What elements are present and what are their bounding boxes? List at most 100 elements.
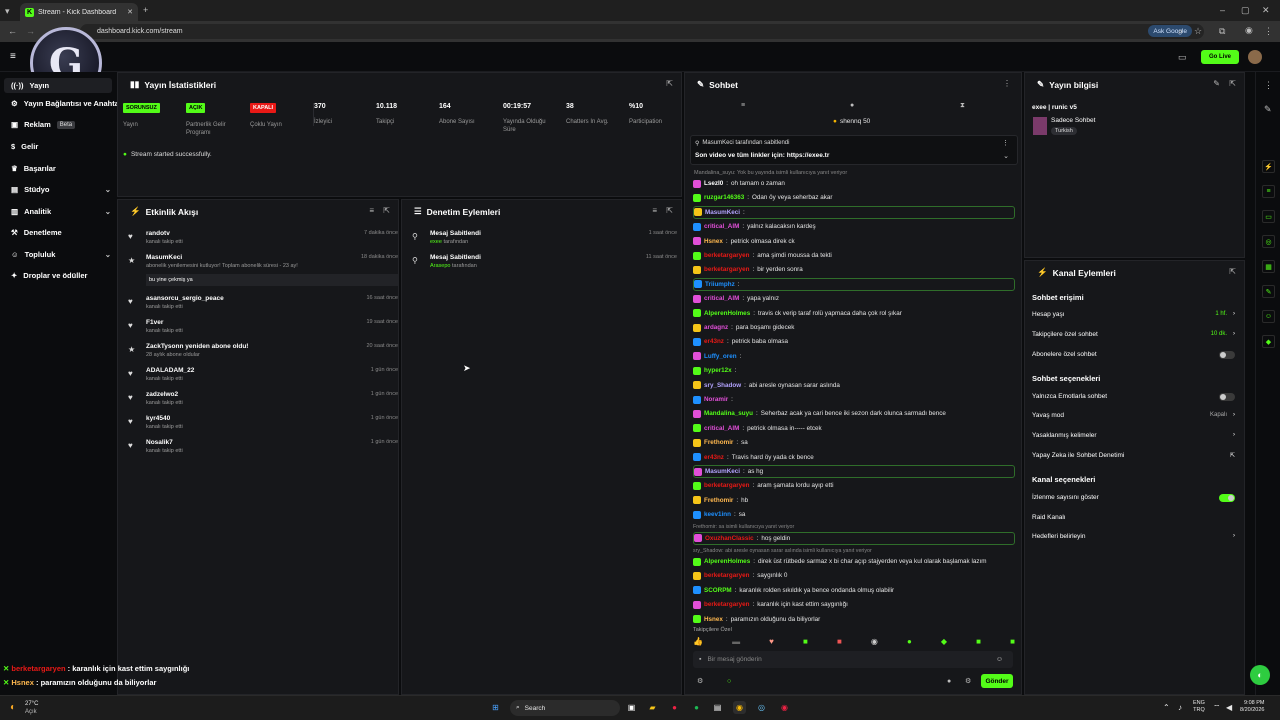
chat-message[interactable]: OxuzhanClassic: hoş geldin	[693, 531, 1015, 545]
chat-message[interactable]: hyper12x:	[693, 364, 1015, 377]
rail-users-button[interactable]: ☺	[1262, 310, 1275, 323]
chat-message[interactable]: Frethomir: hb	[693, 494, 1015, 507]
chat-message[interactable]: er43nz: Travis hard öy yada ck bence	[693, 451, 1015, 464]
bubble-icon[interactable]: ●	[850, 101, 854, 111]
chat-username[interactable]: OxuzhanClassic	[705, 535, 754, 542]
setting-followers-only[interactable]: Takipçilere özel sohbet 10 dk. ›	[1032, 331, 1235, 341]
chat-username[interactable]: er43nz	[704, 338, 724, 345]
chat-username[interactable]: berketargaryen	[704, 601, 750, 608]
setting-account-age[interactable]: Hesap yaşı 1 hf. ›	[1032, 311, 1235, 321]
emote-icon[interactable]: ■	[1010, 637, 1015, 649]
emote-icon[interactable]: 👍	[693, 637, 703, 649]
chat-input[interactable]: ▪ Bir mesaj gönderin ☺	[693, 651, 1013, 668]
chat-username[interactable]: Frethomir	[704, 439, 733, 446]
chat-bubble-icon[interactable]: ●	[947, 677, 951, 687]
sidebar-item-achievements[interactable]: ♛ Başarılar	[11, 164, 111, 173]
emote-icon[interactable]: ■	[976, 637, 981, 649]
chat-username[interactable]: berketargaryen	[704, 266, 750, 273]
chat-message[interactable]: MasumKeci:	[693, 205, 1015, 219]
chat-username[interactable]: berketargaryen	[704, 252, 750, 259]
windows-start-icon[interactable]: ⊞	[489, 701, 502, 714]
chat-username[interactable]: Luffy_oren	[704, 353, 737, 360]
gear-icon[interactable]: ⚙	[965, 677, 971, 687]
setting-slow-mode[interactable]: Yavaş mod Kapalı ›	[1032, 412, 1235, 422]
chat-username[interactable]: SCORPM	[704, 587, 732, 594]
spotify-icon[interactable]: ●	[690, 701, 703, 714]
chat-username[interactable]: MasumKeci	[705, 468, 740, 475]
browser-menu-icon[interactable]: ⋮	[1264, 26, 1273, 36]
url-field[interactable]: dashboard.kick.com/stream	[80, 24, 1204, 39]
help-chat-button[interactable]: ◐	[1250, 665, 1270, 685]
chat-message[interactable]: AlperenHolmes: direk üst rütbede sarmaz x…	[693, 555, 1015, 568]
chat-menu-icon[interactable]: ⋮	[1003, 79, 1011, 88]
sidebar-item-community[interactable]: ☺ Topluluk ⌄	[11, 250, 111, 259]
chat-username[interactable]: MasumKeci	[705, 209, 740, 216]
chat-message[interactable]: keev1inn: sa	[693, 508, 1015, 521]
chat-username[interactable]: Mandalina_suyu	[704, 410, 753, 417]
tab-close-icon[interactable]: ✕	[127, 8, 133, 16]
sidebar-item-ads[interactable]: ▣ Reklam Beta	[11, 120, 111, 129]
steam-icon[interactable]: ◎	[755, 701, 768, 714]
sidebar-item-revenue[interactable]: $ Gelir	[11, 142, 111, 151]
rail-gem-button[interactable]: ◆	[1262, 335, 1275, 348]
chat-message[interactable]: Frethomir: sa	[693, 436, 1015, 449]
emote-icon[interactable]: ♥	[769, 637, 774, 649]
window-close-icon[interactable]: ✕	[1262, 5, 1270, 15]
recorder-icon[interactable]: ◉	[778, 701, 791, 714]
chat-username[interactable]: sry_Shadow	[704, 382, 741, 389]
chat-message[interactable]: berketargaryen: saygınlık 0	[693, 569, 1015, 582]
emote-icon[interactable]: ◆	[941, 637, 947, 649]
unpin-icon[interactable]: ⋮	[1002, 139, 1009, 147]
show-viewers-toggle[interactable]	[1219, 494, 1235, 502]
hamburger-menu-icon[interactable]: ≡	[10, 52, 16, 62]
app-icon[interactable]: ●	[668, 701, 681, 714]
tab-menu-icon[interactable]: ▾	[5, 6, 10, 16]
chat-username[interactable]: ruzgar146363	[704, 194, 744, 201]
tray-chevron-icon[interactable]: ⌃	[1163, 703, 1170, 712]
rail-bolt-button[interactable]: ⚡	[1262, 160, 1275, 173]
chevron-down-icon[interactable]: ⌄	[1003, 152, 1009, 160]
emote-icon[interactable]: ▬	[732, 637, 740, 649]
file-explorer-icon[interactable]: ▰	[646, 701, 659, 714]
chat-message[interactable]: AlperenHolmes: travis ck verip taraf rolü…	[693, 307, 1015, 320]
chat-message[interactable]: berketargaryen: ama şimdi moussa da tekti	[693, 249, 1015, 262]
profile-icon[interactable]: ◉	[1245, 25, 1253, 35]
chat-message[interactable]: berketargaryen: karanlık için kast ettim …	[693, 598, 1015, 611]
chat-username[interactable]: er43nz	[704, 454, 724, 461]
emote-icon[interactable]: ●	[907, 637, 912, 649]
rail-stream-button[interactable]: ◎	[1262, 235, 1275, 248]
chat-message[interactable]: Triiumphz:	[693, 277, 1015, 291]
extensions-icon[interactable]: ⧉	[1219, 26, 1225, 36]
chat-message[interactable]: berketargaryen: aram şamata lordu ayıp et…	[693, 479, 1015, 492]
maximize-icon[interactable]: ▢	[1241, 5, 1250, 15]
hourglass-icon[interactable]: ⧗	[960, 101, 965, 111]
chat-username[interactable]: berketargaryen	[704, 572, 750, 579]
new-tab-icon[interactable]: +	[143, 5, 148, 15]
chat-username[interactable]: keev1inn	[704, 511, 731, 518]
chat-username[interactable]: berketargaryen	[704, 482, 750, 489]
chat-username[interactable]: AlperenHolmes	[704, 558, 750, 565]
wifi-icon[interactable]: ⌔	[1213, 703, 1221, 713]
emote-icon[interactable]: ■	[803, 637, 808, 649]
chat-message[interactable]: ardagnz: para boşamı gidecek	[693, 321, 1015, 334]
chat-tab-icon[interactable]: ≡	[741, 101, 745, 111]
chat-username[interactable]: LsezI0	[704, 180, 723, 187]
filter-icon[interactable]: ≡	[369, 206, 374, 215]
chat-message[interactable]: critical_AIM: petrick olmasa in----- etce…	[693, 422, 1015, 435]
chat-username[interactable]: critical_AIM	[704, 295, 739, 302]
minimize-icon[interactable]: –	[1220, 5, 1225, 15]
emote-icon[interactable]: ◉	[871, 637, 878, 649]
rail-stats-button[interactable]: ▦	[1262, 260, 1275, 273]
popout-icon[interactable]: ⇱	[666, 206, 673, 215]
weather-widget[interactable]: 27°C Açık	[25, 700, 38, 716]
send-button[interactable]: Gönder	[981, 674, 1013, 688]
go-live-button[interactable]: Go Live	[1201, 50, 1239, 64]
popout-icon[interactable]: ⇱	[666, 79, 673, 88]
taskbar-search[interactable]: ⌕ Search	[510, 700, 620, 716]
chat-message[interactable]: critical_AIM: yalnız kalacaksın kardeş	[693, 220, 1015, 233]
rail-chat-button[interactable]: ▭	[1262, 210, 1275, 223]
chat-message[interactable]: SCORPM: karanlık rolden sıkıldık ya bence…	[693, 584, 1015, 597]
chat-username[interactable]: Frethomir	[704, 497, 733, 504]
clock[interactable]: 9:08 PM 8/20/2026	[1240, 700, 1264, 714]
popout-icon[interactable]: ⇱	[1229, 267, 1236, 276]
